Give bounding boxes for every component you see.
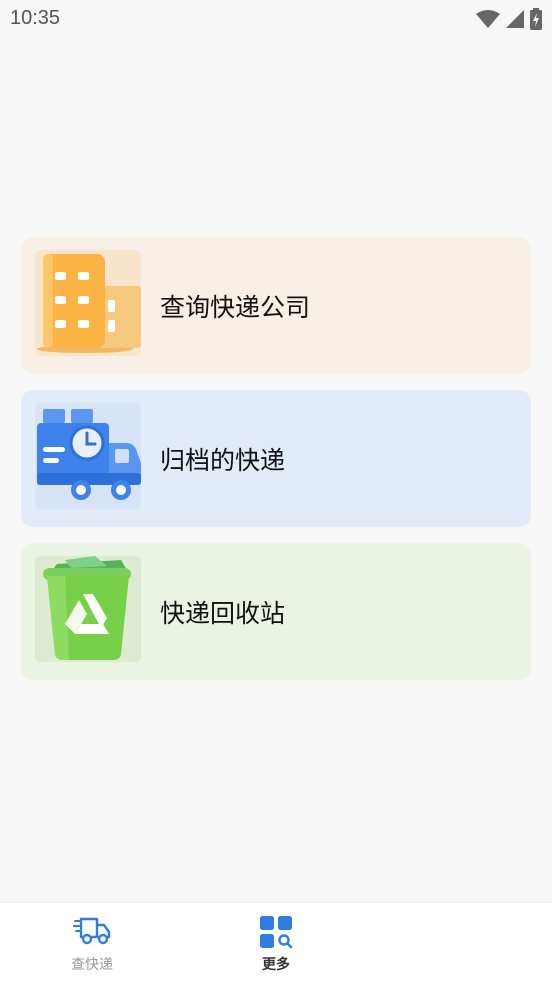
grid-search-icon <box>259 915 293 953</box>
nav-tab-more[interactable]: 更多 <box>216 903 336 981</box>
status-icons <box>476 8 542 30</box>
bottom-nav: 查快递 更多 <box>0 903 552 981</box>
nav-tab-query-courier[interactable]: 查快递 <box>32 903 152 981</box>
recycle-bin-icon <box>35 556 141 662</box>
nav-label: 更多 <box>262 957 290 973</box>
card-label: 快递回收站 <box>160 598 286 628</box>
card-label: 查询快递公司 <box>160 292 311 322</box>
courier-recycle-bin-card[interactable]: 快递回收站 <box>21 543 531 680</box>
battery-icon <box>530 8 542 30</box>
query-courier-company-card[interactable]: 查询快递公司 <box>21 237 531 374</box>
wifi-icon <box>476 10 500 28</box>
card-label: 归档的快递 <box>160 445 286 475</box>
status-bar: 10:35 <box>0 0 552 38</box>
delivery-truck-icon <box>72 915 111 951</box>
cell-signal-icon <box>506 10 524 28</box>
delivery-truck-clock-icon <box>35 403 141 509</box>
nav-label: 查快递 <box>71 957 113 973</box>
status-time: 10:35 <box>10 7 61 29</box>
archived-couriers-card[interactable]: 归档的快递 <box>21 390 531 527</box>
office-building-icon <box>35 250 141 356</box>
